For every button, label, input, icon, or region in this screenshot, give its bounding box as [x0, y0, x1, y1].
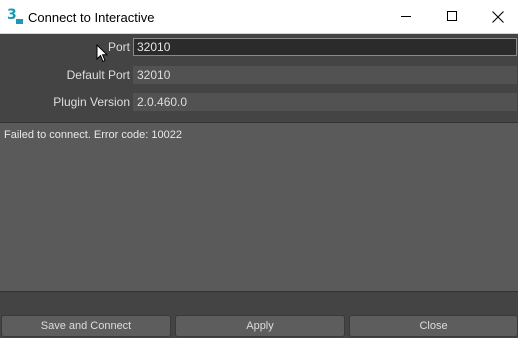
maximize-button[interactable] [429, 0, 475, 34]
minimize-button[interactable] [383, 0, 429, 34]
save-and-connect-button[interactable]: Save and Connect [1, 315, 171, 337]
close-window-button[interactable] [475, 0, 518, 34]
mouse-cursor-icon [96, 44, 108, 63]
default-port-label: Default Port [66, 68, 130, 82]
default-port-value: 32010 [133, 66, 517, 84]
3ds-max-app-icon: 3 [7, 7, 23, 24]
log-output-area[interactable]: Failed to connect. Error code: 10022 [0, 122, 518, 292]
plugin-version-label: Plugin Version [53, 95, 130, 109]
apply-button[interactable]: Apply [175, 315, 345, 337]
port-label: Port [107, 40, 130, 54]
minimize-icon [401, 16, 411, 17]
port-input[interactable]: 32010 [133, 38, 517, 56]
plugin-version-value: 2.0.460.0 [133, 93, 517, 111]
close-icon [492, 11, 504, 23]
app-icon-accent [16, 19, 23, 24]
connect-dialog: 3 Connect to Interactive Port 32010 Defa… [0, 0, 518, 338]
maximize-icon [447, 11, 457, 21]
close-button[interactable]: Close [349, 315, 518, 337]
window-title: Connect to Interactive [28, 10, 155, 25]
title-bar: 3 Connect to Interactive [0, 0, 518, 34]
log-message: Failed to connect. Error code: 10022 [4, 129, 182, 141]
